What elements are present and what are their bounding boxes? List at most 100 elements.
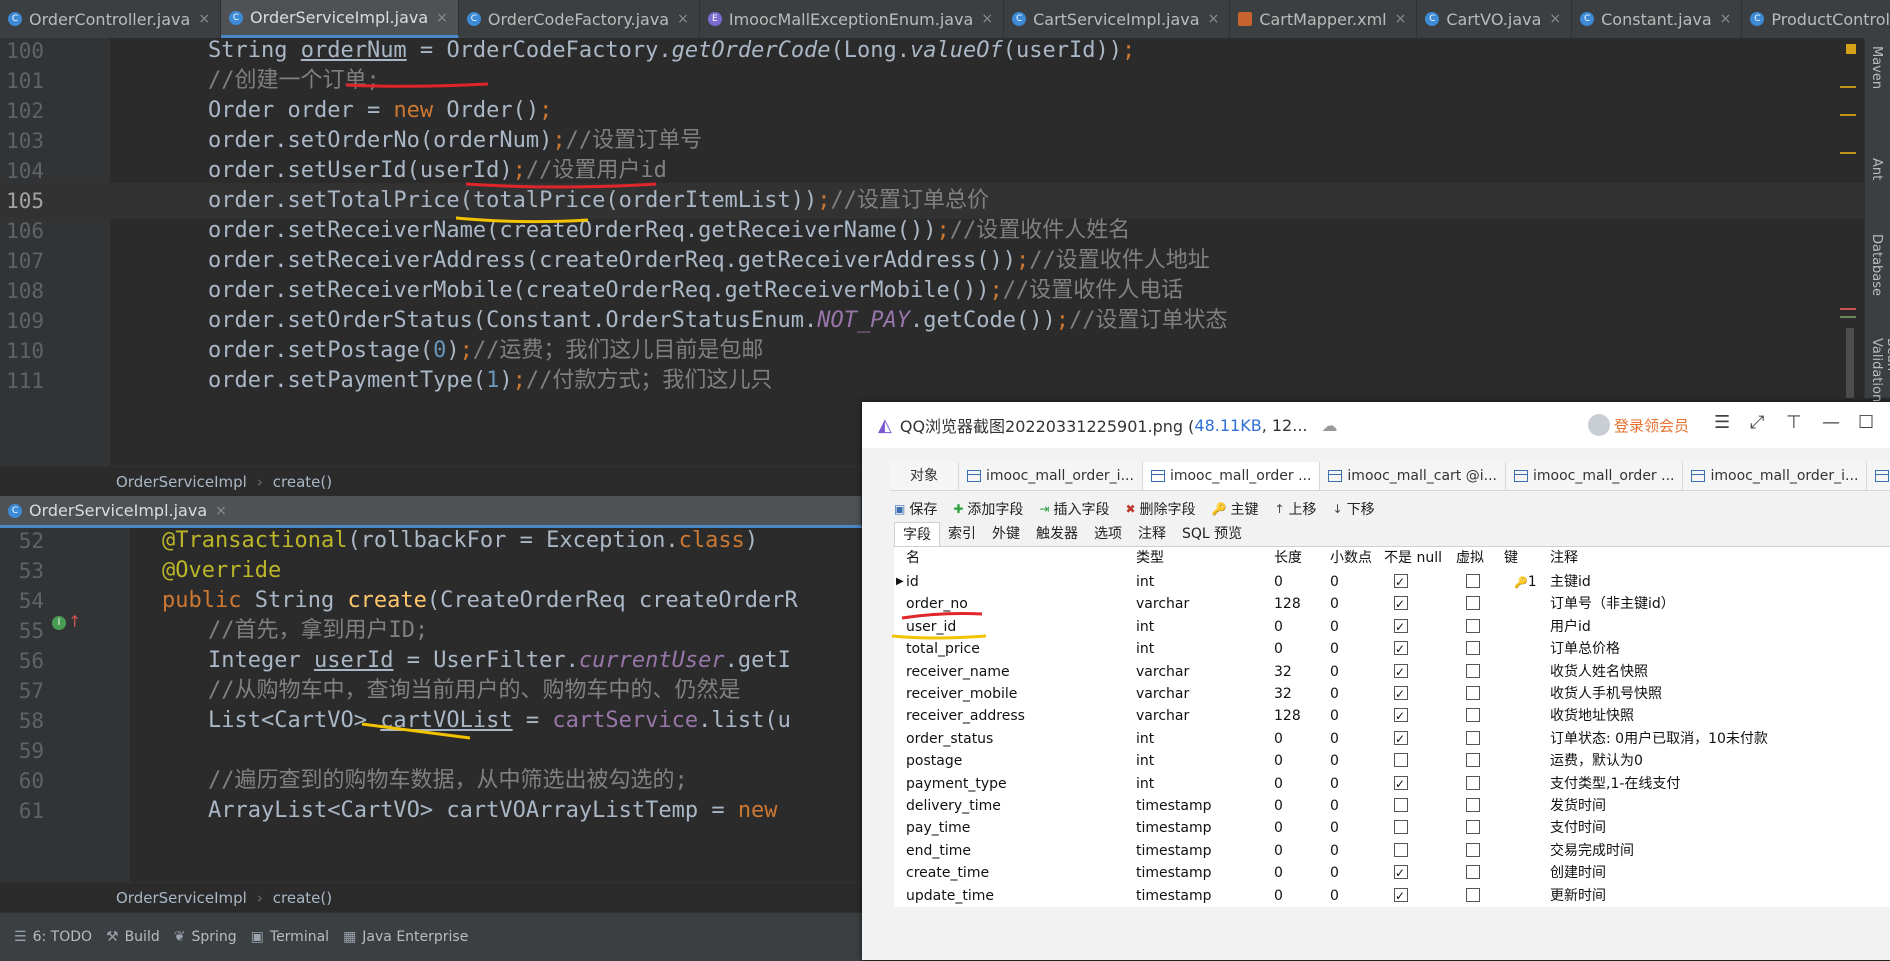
chevron-right-icon: › bbox=[256, 889, 263, 907]
class-icon: C bbox=[229, 10, 244, 25]
scrollbar-thumb[interactable] bbox=[1846, 328, 1854, 398]
tool-label: Java Enterprise bbox=[362, 929, 469, 945]
pin-icon[interactable]: ⊤ bbox=[1786, 412, 1802, 433]
image-viewer-window: ◭ QQ浏览器截图20220331225901.png (48.11KB, 12… bbox=[862, 402, 1890, 960]
close-icon[interactable]: × bbox=[677, 11, 689, 27]
maximize-icon[interactable]: ☐ bbox=[1858, 412, 1874, 433]
tool-label: Build bbox=[124, 929, 160, 945]
tab-label: OrderController.java bbox=[29, 9, 191, 29]
red-underline-order-no bbox=[901, 612, 983, 620]
yellow-underline-userid bbox=[361, 722, 471, 740]
tab-cartvo-java[interactable]: C CartVO.java × bbox=[1417, 0, 1573, 38]
annotation-overlay bbox=[361, 722, 471, 740]
viewer-file-size: 48.11KB bbox=[1194, 415, 1262, 435]
tab-label: CartServiceImpl.java bbox=[1033, 9, 1200, 29]
viewer-file-name: QQ浏览器截图20220331225901.png ( bbox=[899, 417, 1195, 436]
tab-label: OrderCodeFactory.java bbox=[487, 9, 670, 29]
yellow-underline-setuserid bbox=[455, 216, 589, 224]
tool-label: Spring bbox=[191, 929, 237, 945]
breadcrumb-bottom: OrderServiceImpl › create() bbox=[0, 882, 862, 913]
code-editor-bottom[interactable]: 52 @Transactional(rollbackFor = Exception… bbox=[0, 528, 862, 882]
tool-window-database[interactable]: Database bbox=[1869, 234, 1884, 296]
viewer-file-info: , 12... bbox=[1261, 415, 1308, 435]
class-icon: C bbox=[1425, 12, 1440, 26]
scroll-mark bbox=[1840, 316, 1856, 318]
tool-button-build[interactable]: ⚒ Build bbox=[106, 929, 160, 945]
close-icon[interactable]: × bbox=[436, 10, 448, 26]
chevron-right-icon: › bbox=[256, 473, 263, 491]
close-icon[interactable]: × bbox=[198, 11, 210, 27]
java-enterprise-icon: ▦ bbox=[343, 929, 357, 945]
inspection-marker-icon[interactable] bbox=[1846, 44, 1856, 54]
tool-label: Terminal bbox=[269, 929, 330, 945]
enum-icon: E bbox=[707, 12, 722, 26]
close-icon[interactable]: × bbox=[1549, 11, 1561, 27]
cloud-upload-icon[interactable]: ☁ bbox=[1322, 416, 1338, 435]
tab-label: ImoocMallExceptionEnum.java bbox=[728, 9, 974, 29]
breadcrumb-item[interactable]: OrderServiceImpl bbox=[116, 473, 247, 491]
scroll-mark bbox=[1840, 152, 1856, 154]
annotation-overlay bbox=[891, 612, 987, 640]
tool-window-bean-validation[interactable]: Bean Validation bbox=[1869, 338, 1890, 402]
build-icon: ⚒ bbox=[106, 929, 119, 945]
red-underline-setorderno bbox=[465, 182, 657, 189]
avatar[interactable] bbox=[1588, 414, 1610, 436]
tab-orderserviceimpl-java[interactable]: C OrderServiceImpl.java × bbox=[221, 0, 459, 38]
viewer-title-bar: ◭ QQ浏览器截图20220331225901.png (48.11KB, 12… bbox=[862, 402, 1890, 449]
yellow-underline-user-id bbox=[891, 634, 987, 640]
breadcrumb-top: OrderServiceImpl › create() bbox=[0, 466, 862, 497]
menu-icon[interactable]: ☰ bbox=[1714, 412, 1730, 433]
tab-ordercodefactory-java[interactable]: C OrderCodeFactory.java × bbox=[459, 0, 700, 38]
tool-window-ant[interactable]: Ant bbox=[1869, 158, 1884, 180]
tool-button-6-todo[interactable]: ☰ 6: TODO bbox=[14, 929, 92, 945]
close-icon[interactable]: × bbox=[1208, 11, 1220, 27]
tab-constant-java[interactable]: C Constant.java × bbox=[1572, 0, 1743, 38]
xml-file-icon bbox=[1238, 12, 1253, 26]
scroll-mark bbox=[1840, 86, 1856, 88]
editor-tab-bar: C OrderController.java × C OrderServiceImpl.… bbox=[0, 0, 1890, 39]
class-icon: C bbox=[1580, 12, 1595, 26]
tab-orderserviceimpl-bottom[interactable]: C OrderServiceImpl.java × bbox=[0, 496, 862, 528]
tool-window-maven[interactable]: Maven bbox=[1869, 46, 1884, 89]
tool-button-terminal[interactable]: ▣ Terminal bbox=[251, 929, 329, 945]
vip-login-link[interactable]: 登录领会员 bbox=[1614, 415, 1689, 436]
scroll-mark bbox=[1840, 308, 1856, 310]
close-icon[interactable]: × bbox=[215, 503, 227, 519]
editor-tab-bar-bottom: C OrderServiceImpl.java × bbox=[0, 496, 862, 529]
tab-label: OrderServiceImpl.java bbox=[29, 501, 208, 520]
bottom-tool-bar: ☰ 6: TODO ⚒ Build ❦ Spring ▣ Terminal ▦ Java Ente… bbox=[0, 912, 862, 961]
tab-label: ProductController.java bbox=[1771, 9, 1890, 29]
tool-button-spring[interactable]: ❦ Spring bbox=[174, 929, 237, 945]
viewer-image-area: 对象 imooc_mall_order_i... imooc_mall_order … bbox=[862, 448, 1890, 960]
breadcrumb-item[interactable]: OrderServiceImpl bbox=[116, 889, 247, 907]
tab-imoocmallexceptionenum-java[interactable]: E ImoocMallExceptionEnum.java × bbox=[700, 0, 1005, 38]
spring-icon: ❦ bbox=[173, 929, 186, 945]
class-icon: C bbox=[466, 12, 481, 26]
tab-cartserviceimpl-java[interactable]: C CartServiceImpl.java × bbox=[1004, 0, 1231, 38]
breadcrumb-item[interactable]: create() bbox=[273, 473, 332, 491]
close-icon[interactable]: × bbox=[981, 11, 993, 27]
class-icon: C bbox=[1012, 12, 1027, 26]
close-icon[interactable]: × bbox=[1395, 11, 1407, 27]
tab-ordercontroller-java[interactable]: C OrderController.java × bbox=[0, 0, 222, 38]
close-icon[interactable]: × bbox=[1720, 11, 1732, 27]
class-icon: C bbox=[8, 503, 22, 518]
tab-label: Constant.java bbox=[1601, 9, 1712, 29]
tab-cartmapper-xml[interactable]: CartMapper.xml × bbox=[1230, 0, 1418, 38]
breadcrumb-item[interactable]: create() bbox=[273, 889, 332, 907]
tab-label: CartVO.java bbox=[1446, 9, 1542, 29]
tool-label: 6: TODO bbox=[32, 929, 93, 945]
6-todo-icon: ☰ bbox=[14, 929, 27, 945]
red-underline-ordernum bbox=[345, 82, 489, 88]
tab-label: CartMapper.xml bbox=[1259, 9, 1387, 29]
tab-label: OrderServiceImpl.java bbox=[250, 8, 429, 27]
terminal-icon: ▣ bbox=[250, 929, 264, 945]
class-icon: C bbox=[8, 12, 22, 26]
minimize-icon[interactable]: — bbox=[1822, 412, 1840, 433]
fullscreen-icon[interactable]: ⤢ bbox=[1750, 412, 1764, 433]
tab-productcontroller-java[interactable]: CProductController.java× bbox=[1742, 0, 1890, 38]
qq-browser-logo-icon: ◭ bbox=[878, 414, 892, 436]
class-icon: C bbox=[1750, 12, 1765, 26]
scroll-mark bbox=[1840, 114, 1856, 116]
tool-button-java-enterprise[interactable]: ▦ Java Enterprise bbox=[343, 929, 468, 945]
